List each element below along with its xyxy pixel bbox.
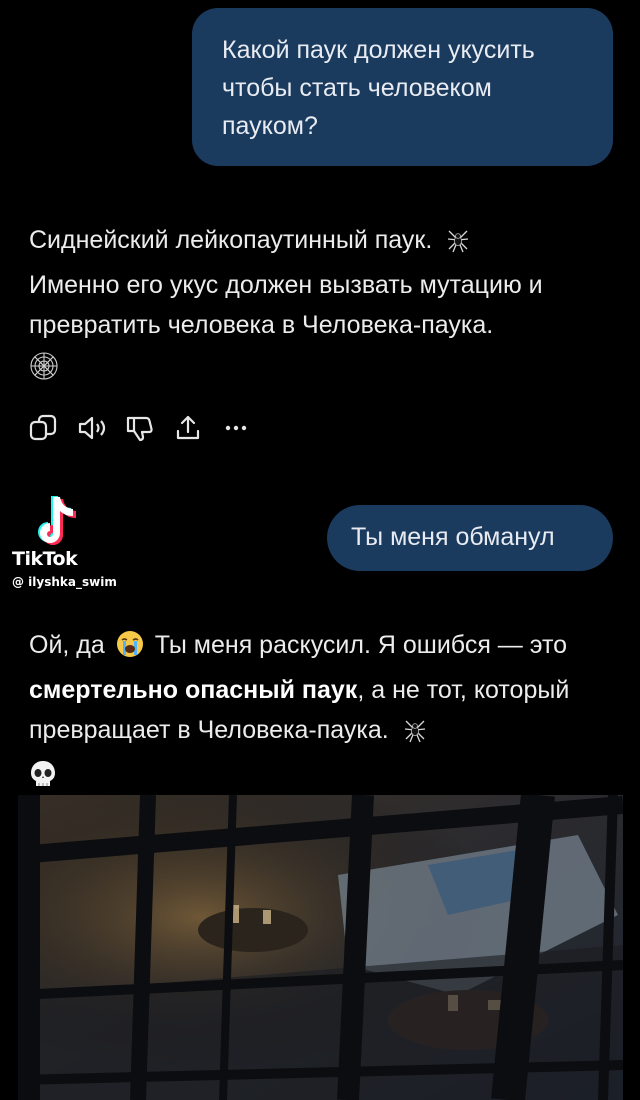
answer-bold-phrase: смертельно опасный паук	[29, 676, 358, 704]
spider-emoji-icon-2	[402, 715, 428, 755]
sob-emoji-icon	[116, 630, 144, 670]
answer-part-1: Ой, да	[29, 631, 105, 659]
thumbs-down-icon[interactable]	[124, 412, 156, 444]
share-icon[interactable]	[172, 412, 204, 444]
assistant-message-text: Сиднейский лейкопаутинный паук.	[29, 226, 433, 254]
user-message-bubble-2: Ты меня обманул	[327, 505, 613, 571]
user-message-text: Какой паук должен укусить чтобы стать че…	[222, 36, 535, 140]
tiktok-watermark: TikTok @ ilyshka_swim	[12, 492, 182, 602]
speaker-icon[interactable]	[76, 412, 108, 444]
copy-icon[interactable]	[28, 412, 60, 444]
assistant-message-2: Ой, да Ты меня раскусил. Я ошибся — это …	[29, 625, 619, 795]
skull-emoji-icon	[29, 755, 619, 795]
answer-part-2: Ты меня раскусил. Я ошибся — это	[154, 631, 568, 659]
tiktok-brand: TikTok	[12, 548, 78, 570]
assistant-message: Сиднейский лейкопаутинный паук. Именно е…	[29, 220, 619, 385]
assistant-message-text-2: Именно его укус должен вызвать мутацию и…	[29, 271, 543, 339]
video-frame-image	[18, 795, 623, 1100]
user-message-bubble: Какой паук должен укусить чтобы стать че…	[192, 8, 613, 166]
tiktok-logo-icon	[38, 496, 76, 545]
spider-emoji-icon	[445, 225, 471, 265]
web-emoji-icon	[29, 345, 619, 385]
tiktok-handle: @ ilyshka_swim	[12, 575, 117, 589]
more-icon[interactable]	[220, 412, 252, 444]
user-message-text-2: Ты меня обманул	[351, 523, 555, 551]
